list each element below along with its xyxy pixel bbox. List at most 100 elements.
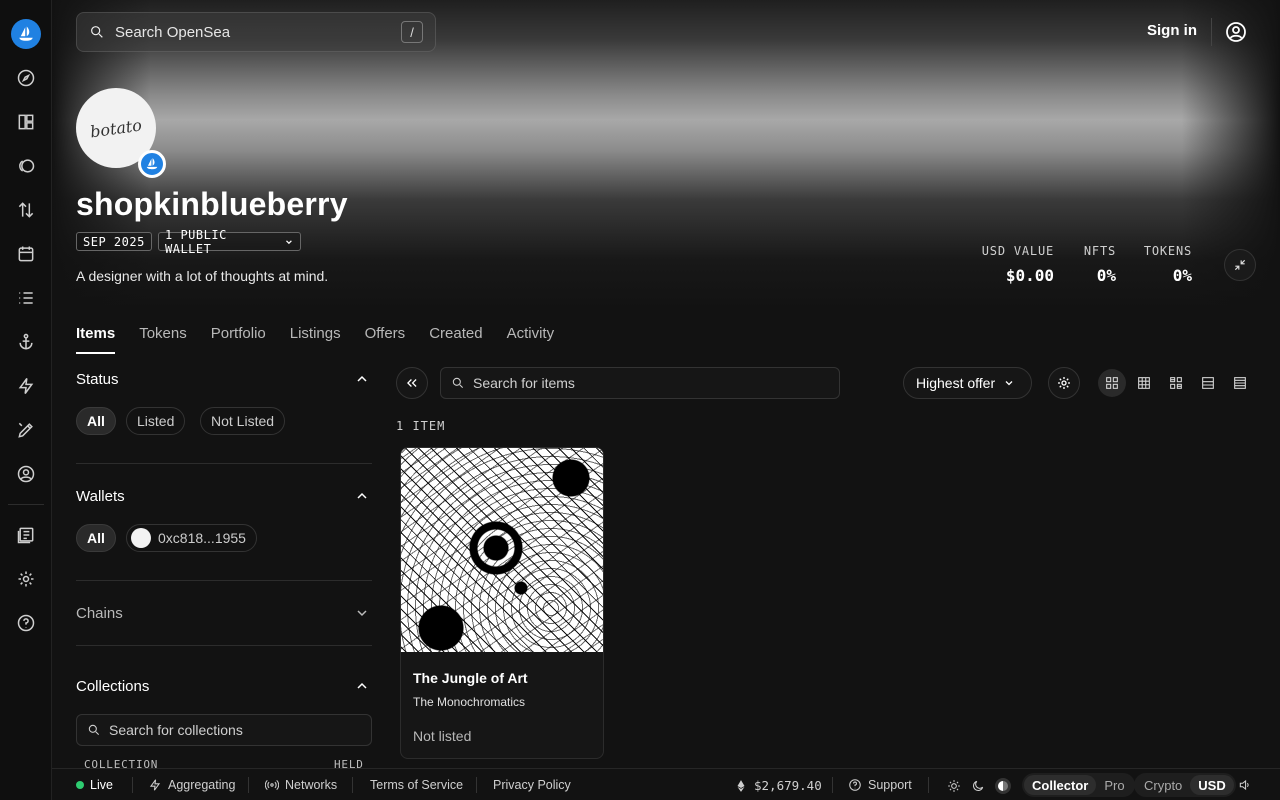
footer-divider [928,777,929,793]
collections-search-placeholder: Search for collections [109,722,243,738]
chevron-down-icon [286,239,292,244]
support-link[interactable]: Support [848,778,912,792]
wallet-avatar [131,528,151,548]
privacy-link[interactable]: Privacy Policy [493,778,571,792]
mode-toggle: Collector Pro [1022,773,1135,797]
status-option-all[interactable]: All [76,407,116,435]
mode-pro-button[interactable]: Pro [1096,775,1132,795]
live-label: Live [90,778,113,792]
volume-icon[interactable] [1238,778,1252,792]
tab-tokens[interactable]: Tokens [139,325,187,354]
tab-offers[interactable]: Offers [365,325,406,354]
moon-icon[interactable] [971,779,985,793]
create-pen-icon[interactable] [14,418,38,442]
chains-filter-title[interactable]: Chains [76,605,123,622]
contrast-icon[interactable] [995,778,1011,794]
verified-badge-icon [138,150,166,178]
anchor-icon[interactable] [14,330,38,354]
status-option-listed[interactable]: Listed [126,407,186,435]
global-search-input[interactable]: Search OpenSea / [76,12,436,52]
terms-link[interactable]: Terms of Service [370,778,463,792]
chevron-up-icon[interactable] [354,488,370,504]
opensea-logo-icon[interactable] [11,19,41,49]
nft-card[interactable]: The Jungle of Art The Monochromatics Not… [400,447,604,759]
item-count: 1 ITEM [396,419,446,433]
view-table-button[interactable] [1226,369,1254,397]
collections-filter-title[interactable]: Collections [76,678,149,695]
view-list-button[interactable] [1194,369,1222,397]
chevron-down-icon [1005,381,1013,386]
nft-collection: The Monochromatics [413,695,526,709]
mode-collector-button[interactable]: Collector [1024,775,1097,795]
items-search-input[interactable]: Search for items [440,367,840,399]
collapse-filters-button[interactable] [396,367,428,399]
tab-portfolio[interactable]: Portfolio [211,325,266,354]
footer-divider [132,777,133,793]
wallets-dropdown-label: 1 PUBLIC WALLET [165,227,227,256]
status-option-not-listed[interactable]: Not Listed [200,407,286,435]
chevron-up-icon[interactable] [354,371,370,387]
double-chevron-left-icon [407,379,417,387]
wallet-option-address[interactable]: 0xc818...1955 [126,524,257,552]
currency-usd-button[interactable]: USD [1190,775,1234,795]
swap-icon[interactable] [14,198,38,222]
search-icon [88,724,100,736]
tokens-icon[interactable] [14,154,38,178]
wallets-filter-title[interactable]: Wallets [76,488,125,505]
filter-divider [76,645,372,646]
compass-icon[interactable] [14,66,38,90]
currency-crypto-button[interactable]: Crypto [1136,775,1190,795]
header-divider [1211,18,1212,46]
collections-search-input[interactable]: Search for collections [76,714,372,746]
footer-bar: Live Aggregating Networks Terms of Servi… [52,768,1280,800]
docs-icon[interactable] [14,523,38,547]
sign-in-button[interactable]: Sign in [1147,22,1197,39]
sort-dropdown[interactable]: Highest offer [903,367,1032,399]
avatar-signature: botato [88,114,144,142]
help-icon[interactable] [14,611,38,635]
lightning-icon[interactable] [14,374,38,398]
wallet-option-all[interactable]: All [76,524,116,552]
stat-value: $0.00 [1005,266,1054,285]
eth-price-value: $2,679.40 [754,778,822,793]
calendar-icon[interactable] [14,242,38,266]
sidebar-nav [0,0,52,800]
tab-activity[interactable]: Activity [507,325,555,354]
profile-tabs: Items Tokens Portfolio Listings Offers C… [76,325,578,354]
stat-label: USD VALUE [981,244,1054,258]
footer-divider [832,777,833,793]
tab-listings[interactable]: Listings [290,325,341,354]
view-large-grid-button[interactable] [1098,369,1126,397]
sun-icon[interactable] [947,779,961,793]
filter-divider [76,580,372,581]
display-settings-button[interactable] [1048,367,1080,399]
lightning-icon [149,779,161,791]
live-dot-icon [76,781,84,789]
view-small-grid-button[interactable] [1130,369,1158,397]
list-icon[interactable] [14,286,38,310]
chevron-down-icon[interactable] [354,605,370,621]
stat-usd-value: USD VALUE $0.00 [962,244,1054,285]
tab-created[interactable]: Created [429,325,482,354]
profile-bio: A designer with a lot of thoughts at min… [76,268,329,284]
chevron-up-icon[interactable] [354,678,370,694]
search-placeholder: Search OpenSea [115,23,231,41]
collapse-header-button[interactable] [1224,249,1256,281]
nft-title: The Jungle of Art [413,670,528,686]
status-filter-title[interactable]: Status [76,371,119,388]
privacy-label: Privacy Policy [493,778,571,792]
settings-gear-icon[interactable] [14,567,38,591]
networks-link[interactable]: Networks [265,778,337,792]
view-compact-grid-button[interactable] [1162,369,1190,397]
dashboard-icon[interactable] [14,110,38,134]
stat-value: 0% [1172,266,1192,285]
aggregating-link[interactable]: Aggregating [148,778,235,792]
large-grid-icon [1106,377,1118,389]
live-status: Live [76,778,113,792]
wallets-dropdown[interactable]: 1 PUBLIC WALLET [158,228,301,256]
profile-icon[interactable] [14,462,38,486]
tab-items[interactable]: Items [76,325,116,354]
sort-label: Highest offer [916,375,996,391]
user-account-icon[interactable] [1224,20,1248,44]
list-view-icon [1202,377,1214,389]
